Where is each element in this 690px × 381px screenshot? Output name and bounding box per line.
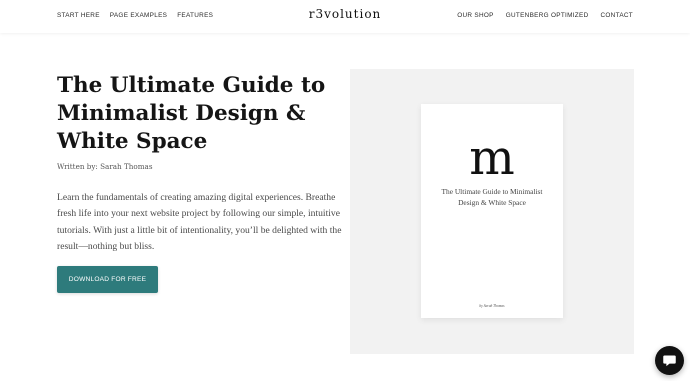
nav-gutenberg-optimized[interactable]: GUTENBERG OPTIMIZED — [506, 12, 589, 19]
secondary-nav: OUR SHOP GUTENBERG OPTIMIZED CONTACT — [457, 12, 633, 19]
book-title: The Ultimate Guide to Minimalist Design … — [441, 187, 543, 207]
nav-contact[interactable]: CONTACT — [600, 12, 633, 19]
byline-prefix: Written by: — [57, 162, 98, 171]
book-showcase: m The Ultimate Guide to Minimalist Desig… — [350, 69, 634, 354]
download-button[interactable]: DOWNLOAD FOR FREE — [57, 266, 158, 293]
page-title: The Ultimate Guide to Minimalist Design … — [57, 73, 326, 154]
nav-our-shop[interactable]: OUR SHOP — [457, 12, 494, 19]
hero-description: Learn the fundamentals of creating amazi… — [57, 192, 342, 252]
book-initial: m — [469, 130, 515, 186]
site-header: START HERE PAGE EXAMPLES FEATURES r3volu… — [0, 0, 690, 33]
book-cover: m The Ultimate Guide to Minimalist Desig… — [421, 104, 563, 318]
byline: Written by: Sarah Thomas — [57, 162, 153, 171]
chat-bubble-icon — [663, 355, 676, 367]
chat-button[interactable] — [655, 346, 684, 375]
book-author: by Sarah Thomas — [479, 304, 505, 308]
byline-author: Sarah Thomas — [100, 162, 153, 171]
